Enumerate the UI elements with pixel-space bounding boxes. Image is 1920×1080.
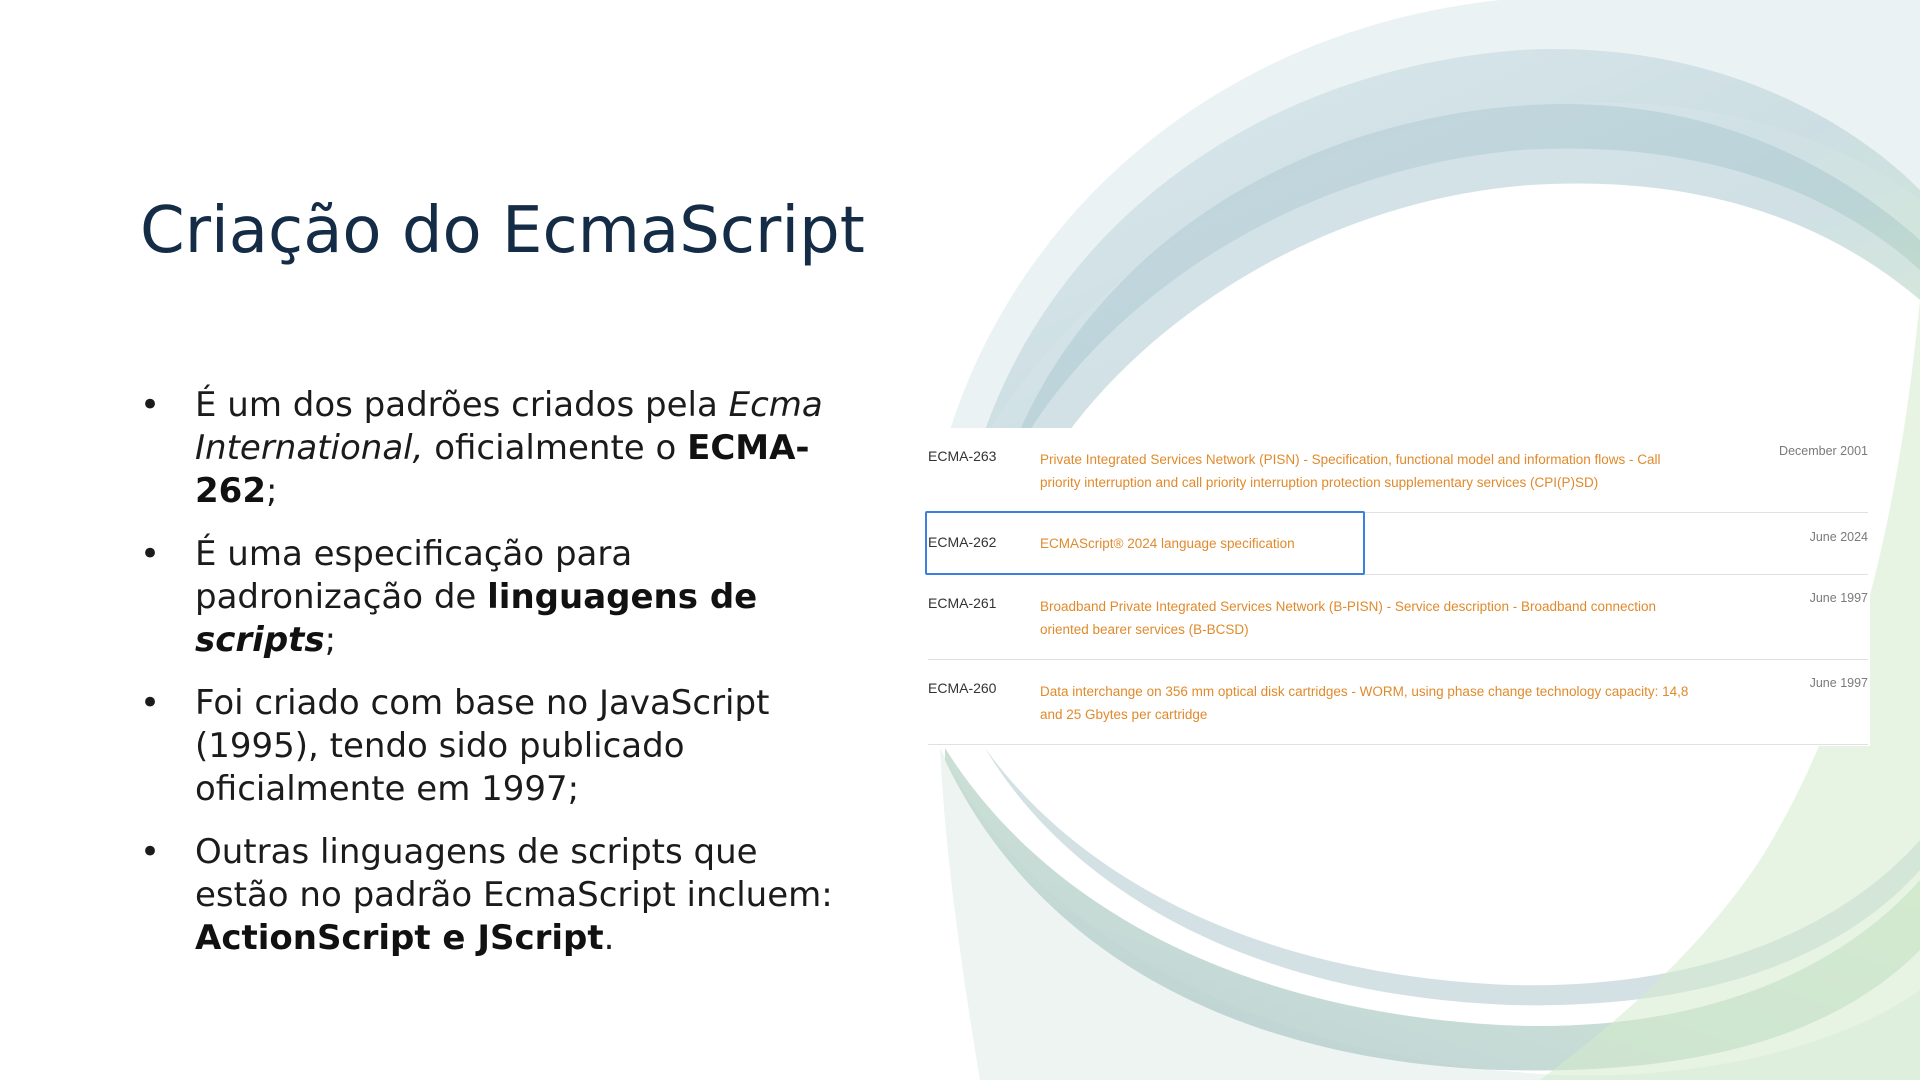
scripts-bold-italic: scripts — [195, 620, 325, 660]
ecma-262-highlight-box — [925, 511, 1365, 575]
standard-date: June 1997 — [1809, 676, 1868, 690]
ecma-standards-screenshot: ECMA-263 Private Integrated Services Net… — [920, 428, 1870, 746]
standard-link[interactable]: Data interchange on 356 mm optical disk … — [1040, 680, 1700, 726]
actionscript-jscript-bold: ActionScript e JScript — [195, 918, 604, 958]
standard-code: ECMA-261 — [928, 595, 997, 611]
bullet-text: Foi criado com base no JavaScript (1995)… — [195, 683, 770, 809]
bullet-text: ; — [324, 620, 337, 660]
standard-row: ECMA-261 Broadband Private Integrated Se… — [928, 575, 1868, 660]
bullet-list: • É um dos padrões criados pela Ecma Int… — [140, 384, 860, 980]
standard-code: ECMA-260 — [928, 680, 997, 696]
bullet-dot: • — [140, 534, 161, 574]
standard-row: ECMA-260 Data interchange on 356 mm opti… — [928, 660, 1868, 745]
standard-date: June 2024 — [1809, 530, 1868, 544]
bullet-text: É um dos padrões criados pela — [195, 385, 729, 425]
bullet-text: ; — [265, 471, 278, 511]
standard-link[interactable]: Private Integrated Services Network (PIS… — [1040, 448, 1700, 494]
bullet-item: • Foi criado com base no JavaScript (199… — [140, 682, 860, 811]
bullet-text: . — [603, 918, 615, 958]
standard-row: ECMA-263 Private Integrated Services Net… — [928, 428, 1868, 513]
bullet-item: • É um dos padrões criados pela Ecma Int… — [140, 384, 860, 513]
bullet-dot: • — [140, 832, 161, 872]
standard-date: June 1997 — [1809, 591, 1868, 605]
slide-title: Criação do EcmaScript — [140, 194, 865, 268]
bullet-dot: • — [140, 385, 161, 425]
standard-code: ECMA-263 — [928, 448, 997, 464]
bullet-item: • Outras linguagens de scripts que estão… — [140, 831, 860, 960]
swoosh-top — [985, 49, 1920, 430]
standard-link[interactable]: Broadband Private Integrated Services Ne… — [1040, 595, 1700, 641]
linguagens-bold: linguagens de — [487, 577, 758, 617]
bullet-text: oficialmente o — [423, 428, 688, 468]
bullet-text: Outras linguagens de scripts que estão n… — [195, 832, 833, 915]
bullet-dot: • — [140, 683, 161, 723]
standard-date: December 2001 — [1779, 444, 1868, 458]
bullet-item: • É uma especificação para padronização … — [140, 533, 860, 662]
